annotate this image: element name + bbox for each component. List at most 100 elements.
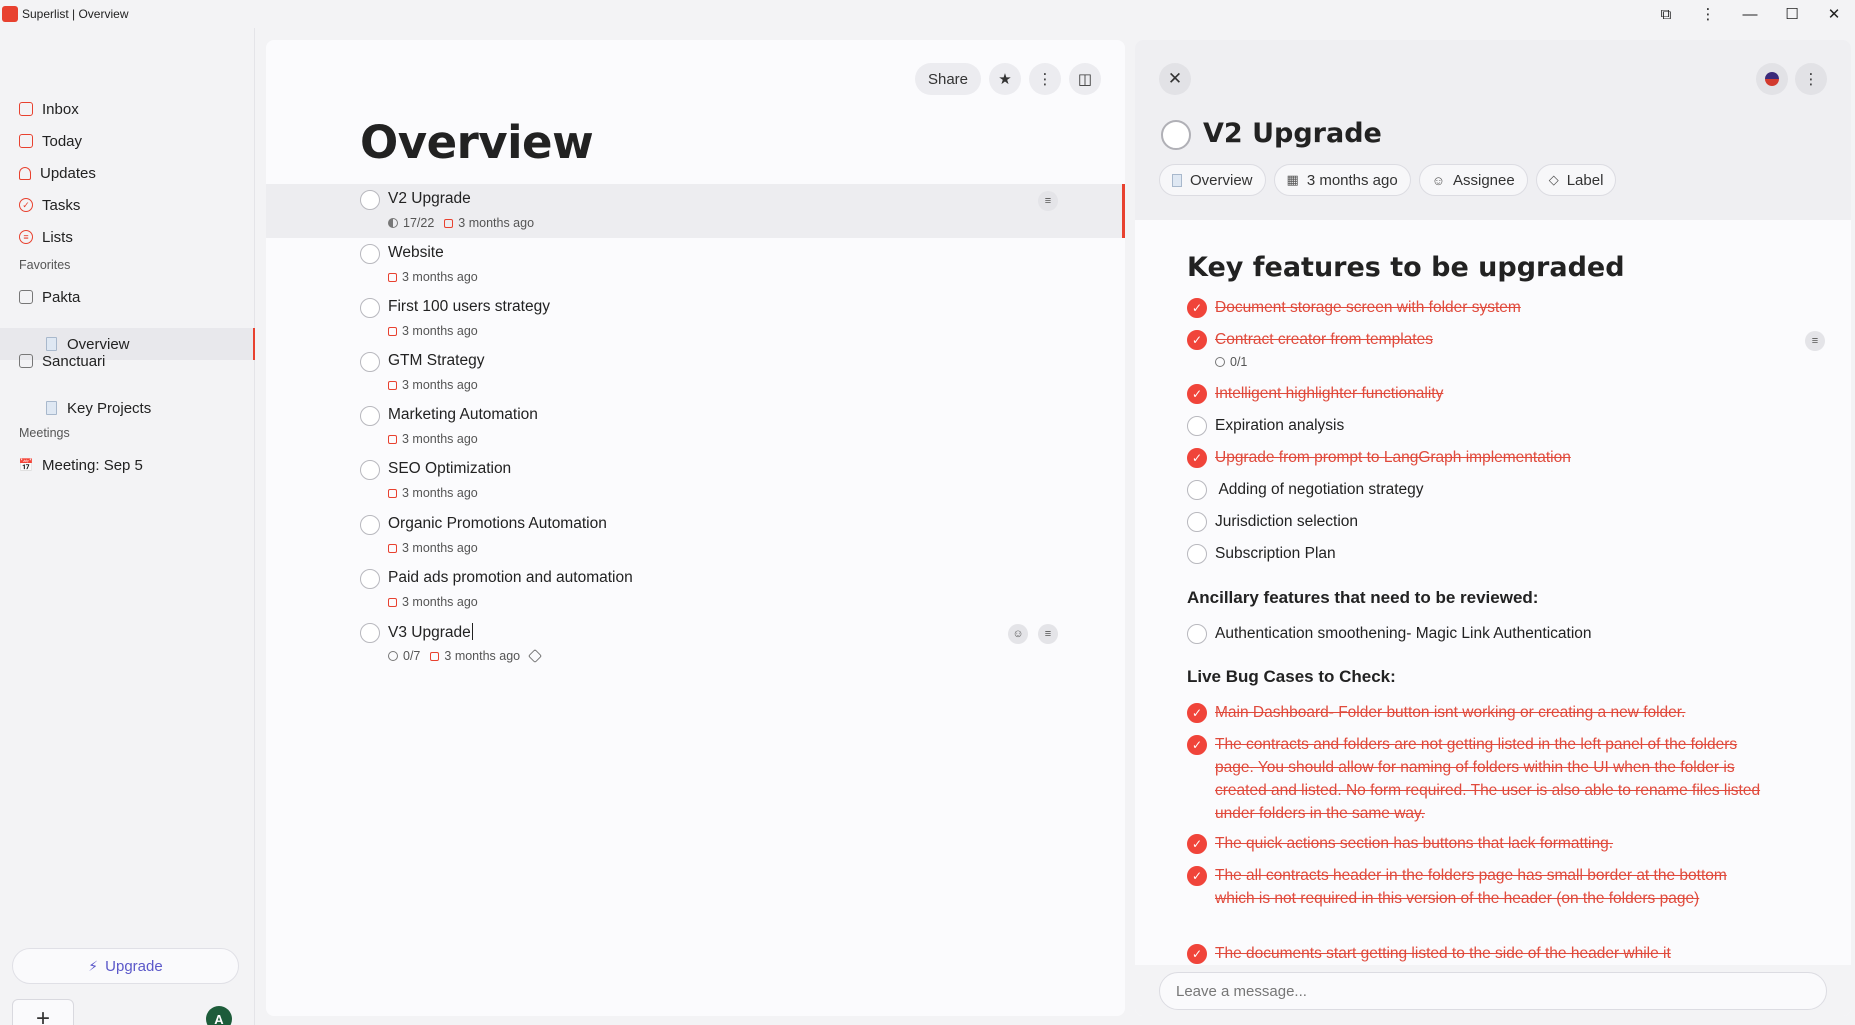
unchecked-checkbox[interactable] bbox=[1187, 512, 1207, 532]
task-checkbox[interactable] bbox=[360, 460, 380, 480]
task-checkbox[interactable] bbox=[360, 406, 380, 426]
notes-icon[interactable]: ≡ bbox=[1038, 191, 1058, 211]
checked-checkbox[interactable]: ✓ bbox=[1187, 834, 1207, 854]
assignee-chip[interactable]: ☺ Assignee bbox=[1418, 164, 1528, 196]
task-date: 3 months ago bbox=[402, 432, 478, 446]
checked-checkbox[interactable]: ✓ bbox=[1187, 703, 1207, 723]
star-icon[interactable]: ★ bbox=[989, 63, 1021, 95]
minimize-button[interactable]: — bbox=[1729, 0, 1771, 28]
unchecked-checkbox[interactable] bbox=[1187, 480, 1207, 500]
task-row[interactable]: Website 3 months ago bbox=[266, 238, 1125, 292]
checklist-item[interactable]: ✓ Main Dashboard- Folder button isnt wor… bbox=[1187, 703, 1767, 724]
label-chip[interactable]: ◇ Label bbox=[1535, 164, 1617, 196]
task-checkbox[interactable] bbox=[360, 352, 380, 372]
task-row[interactable]: V2 Upgrade 17/22 3 months ago ≡ bbox=[266, 184, 1125, 238]
checklist-text: Authentication smoothening- Magic Link A… bbox=[1215, 625, 1592, 642]
notes-icon[interactable]: ≡ bbox=[1038, 624, 1058, 644]
unchecked-checkbox[interactable] bbox=[1187, 624, 1207, 644]
sidebar-item-updates[interactable]: Updates bbox=[19, 160, 96, 186]
task-row[interactable]: SEO Optimization 3 months ago bbox=[266, 454, 1125, 508]
checklist-item[interactable]: ✓ The quick actions section has buttons … bbox=[1187, 834, 1767, 855]
checklist-item[interactable]: ✓ Document storage screen with folder sy… bbox=[1187, 298, 1521, 319]
sidebar-item-pakta[interactable]: Pakta bbox=[19, 284, 80, 310]
folder-icon bbox=[19, 290, 33, 304]
checklist-item[interactable]: ✓ The all contracts header in the folder… bbox=[1187, 866, 1767, 910]
message-bar bbox=[1135, 965, 1851, 1016]
task-name-editing[interactable]: V3 Upgrade bbox=[388, 623, 473, 642]
checked-checkbox[interactable]: ✓ bbox=[1187, 448, 1207, 468]
more-options-icon[interactable]: ⋮ bbox=[1029, 63, 1061, 95]
checked-checkbox[interactable]: ✓ bbox=[1187, 866, 1207, 886]
task-row[interactable]: V3 Upgrade 0/7 3 months ago ☺ ≡ bbox=[266, 617, 1125, 671]
detail-task-checkbox[interactable] bbox=[1161, 120, 1191, 150]
sidebar-item-meeting[interactable]: 📅 Meeting: Sep 5 bbox=[19, 452, 143, 478]
close-window-button[interactable]: ✕ bbox=[1813, 0, 1855, 28]
chip-label: Label bbox=[1566, 171, 1604, 189]
list-chip[interactable]: Overview bbox=[1159, 164, 1266, 196]
task-name: SEO Optimization bbox=[388, 460, 512, 477]
task-checkbox[interactable] bbox=[360, 569, 380, 589]
checklist-text: The all contracts header in the folders … bbox=[1215, 867, 1727, 907]
checklist-item[interactable]: Subscription Plan bbox=[1187, 544, 1336, 565]
task-checkbox[interactable] bbox=[360, 190, 380, 210]
task-row[interactable]: Organic Promotions Automation 3 months a… bbox=[266, 509, 1125, 563]
progress-icon bbox=[388, 218, 398, 228]
checklist-item[interactable]: ✓ Upgrade from prompt to LangGraph imple… bbox=[1187, 448, 1571, 469]
unchecked-checkbox[interactable] bbox=[1187, 416, 1207, 436]
sidebar-item-sanctuari[interactable]: Sanctuari bbox=[19, 348, 105, 374]
task-row[interactable]: Marketing Automation 3 months ago bbox=[266, 400, 1125, 454]
checked-checkbox[interactable]: ✓ bbox=[1187, 735, 1207, 755]
checked-checkbox[interactable]: ✓ bbox=[1187, 298, 1207, 318]
checklist-item[interactable]: Expiration analysis bbox=[1187, 416, 1344, 437]
checklist-item[interactable]: Adding of negotiation strategy bbox=[1187, 480, 1424, 501]
checked-checkbox[interactable]: ✓ bbox=[1187, 330, 1207, 350]
page-title: Overview bbox=[360, 116, 594, 169]
checklist-item[interactable]: ✓ Intelligent highlighter functionality bbox=[1187, 384, 1443, 405]
date-chip[interactable]: ▦ 3 months ago bbox=[1273, 164, 1411, 196]
task-date: 3 months ago bbox=[402, 595, 478, 609]
add-button[interactable]: + bbox=[12, 999, 74, 1025]
collaborator-avatar[interactable] bbox=[1756, 63, 1788, 95]
close-icon[interactable]: ✕ bbox=[1159, 63, 1191, 95]
sidebar-item-inbox[interactable]: Inbox bbox=[19, 96, 79, 122]
sidebar-item-label: Inbox bbox=[42, 100, 79, 118]
checked-checkbox[interactable]: ✓ bbox=[1187, 944, 1207, 964]
message-input[interactable] bbox=[1159, 972, 1827, 1010]
unchecked-checkbox[interactable] bbox=[1187, 544, 1207, 564]
checklist-item[interactable]: Authentication smoothening- Magic Link A… bbox=[1187, 624, 1592, 645]
sidebar-item-label: Updates bbox=[40, 164, 96, 182]
sidebar-item-key-projects[interactable]: Key Projects bbox=[0, 392, 255, 424]
share-button[interactable]: Share bbox=[914, 63, 981, 95]
extensions-icon[interactable]: ⧉ bbox=[1645, 0, 1687, 28]
task-date: 3 months ago bbox=[402, 378, 478, 392]
detail-title[interactable]: V2 Upgrade bbox=[1203, 118, 1382, 149]
assignee-icon[interactable]: ☺ bbox=[1008, 624, 1028, 644]
task-row[interactable]: Paid ads promotion and automation 3 mont… bbox=[266, 563, 1125, 617]
notes-icon[interactable]: ≡ bbox=[1805, 331, 1825, 351]
task-progress: 0/7 bbox=[403, 649, 421, 663]
chip-label: Assignee bbox=[1453, 171, 1515, 189]
task-checkbox[interactable] bbox=[360, 244, 380, 264]
checklist-item[interactable]: ✓ The contracts and folders are not gett… bbox=[1187, 735, 1767, 825]
avatar[interactable]: A bbox=[206, 1006, 232, 1025]
checklist-item[interactable]: ✓ The documents start getting listed to … bbox=[1187, 944, 1767, 965]
checklist-text: The documents start getting listed to th… bbox=[1215, 945, 1671, 962]
task-checkbox[interactable] bbox=[360, 515, 380, 535]
task-checkbox[interactable] bbox=[360, 623, 380, 643]
upgrade-button[interactable]: ⚡ Upgrade bbox=[12, 948, 239, 984]
more-options-icon[interactable]: ⋮ bbox=[1795, 63, 1827, 95]
checklist-item[interactable]: Jurisdiction selection bbox=[1187, 512, 1358, 533]
task-row[interactable]: First 100 users strategy 3 months ago bbox=[266, 292, 1125, 346]
maximize-button[interactable]: ☐ bbox=[1771, 0, 1813, 28]
task-date: 3 months ago bbox=[402, 324, 478, 338]
window-menu-icon[interactable]: ⋮ bbox=[1687, 0, 1729, 28]
sidebar-item-today[interactable]: Today bbox=[19, 128, 82, 154]
task-row[interactable]: GTM Strategy 3 months ago bbox=[266, 346, 1125, 400]
checked-checkbox[interactable]: ✓ bbox=[1187, 384, 1207, 404]
sidebar-item-lists[interactable]: ≡ Lists bbox=[19, 224, 73, 250]
checklist-text: The contracts and folders are not gettin… bbox=[1215, 736, 1761, 822]
sidebar-item-tasks[interactable]: ✓ Tasks bbox=[19, 192, 80, 218]
checklist-item[interactable]: ✓ Contract creator from templates bbox=[1187, 330, 1433, 351]
toggle-panel-icon[interactable]: ◫ bbox=[1069, 63, 1101, 95]
task-checkbox[interactable] bbox=[360, 298, 380, 318]
